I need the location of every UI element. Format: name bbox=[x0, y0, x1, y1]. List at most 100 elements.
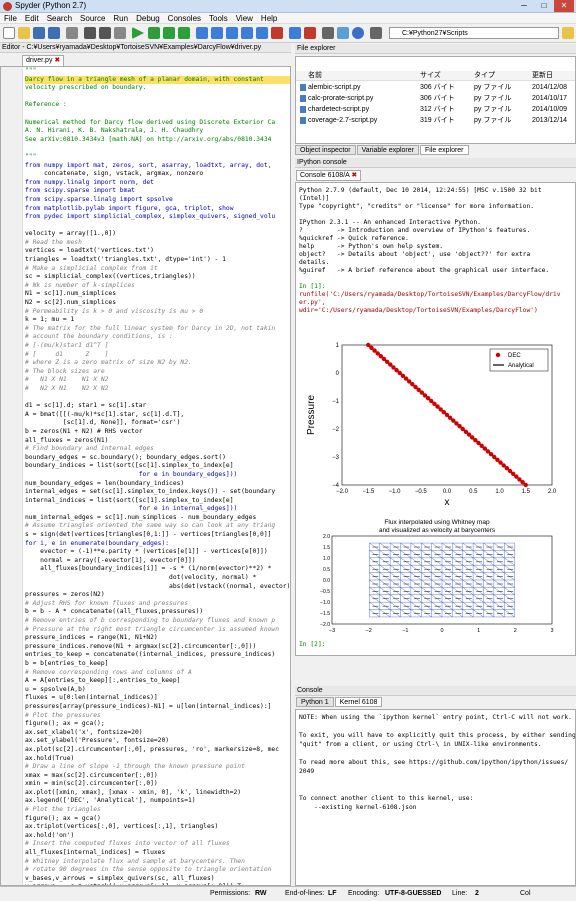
line-label: Line: bbox=[452, 890, 468, 897]
tab-file-explorer[interactable]: File explorer bbox=[420, 145, 469, 155]
close-tab-icon[interactable]: ✖ bbox=[351, 172, 357, 179]
console-line: To connect another client to this kernel… bbox=[299, 795, 474, 802]
minimize-button[interactable]: ─ bbox=[514, 0, 534, 12]
python-file-icon bbox=[300, 106, 306, 113]
code-area[interactable]: """ Darcy flow in a triangle mesh of a pl… bbox=[25, 67, 290, 885]
flux-plot-title-1: Flux interpolated using Whitney map bbox=[384, 519, 490, 526]
menu-bar: File Edit Search Source Run Debug Consoles Tool… bbox=[0, 13, 576, 24]
file-cell: 2013/12/14 bbox=[532, 117, 568, 124]
menu-run[interactable]: Run bbox=[109, 13, 132, 24]
continue-icon[interactable] bbox=[256, 27, 268, 39]
back-icon[interactable] bbox=[370, 27, 382, 39]
menu-consoles[interactable]: Consoles bbox=[164, 13, 205, 24]
code-line: # Draw a line of slope -1 through the kn… bbox=[25, 763, 245, 771]
run-icon[interactable] bbox=[132, 27, 144, 39]
console-output[interactable]: NOTE: When using the `ipython kernel` en… bbox=[295, 709, 576, 886]
file-row[interactable]: alembic-script.py 306 バイト py ファイル 2014/12/0… bbox=[296, 83, 575, 93]
preferences-icon[interactable] bbox=[322, 27, 334, 39]
run-cell-advance-icon[interactable] bbox=[178, 27, 190, 39]
code-line: ax.plot(sc[2].circumcenter[:,0], pressur… bbox=[25, 745, 280, 753]
menu-edit[interactable]: Edit bbox=[21, 13, 43, 24]
code-line: """ bbox=[25, 67, 37, 74]
run-cell-icon[interactable] bbox=[163, 27, 175, 39]
y-tick-label: 1.0 bbox=[323, 556, 330, 562]
y-tick-label: −2 bbox=[332, 427, 340, 433]
ipython-tab[interactable]: Console 6108/A ✖ bbox=[296, 170, 362, 181]
col-name[interactable]: 名前 bbox=[308, 71, 322, 81]
close-tab-icon[interactable]: ✖ bbox=[54, 57, 60, 64]
code-line: # rotate 90 degrees in the sense opposit… bbox=[25, 866, 272, 874]
tab-variable-explorer[interactable]: Variable explorer bbox=[356, 145, 419, 155]
code-line: N1 = sc[1].num_simplices bbox=[25, 290, 116, 298]
code-line: N2 = sc[2].num_simplices bbox=[25, 299, 116, 307]
file-cell: coverage-2.7-script.py bbox=[308, 117, 378, 124]
menu-view[interactable]: View bbox=[232, 13, 257, 24]
python-path-icon[interactable] bbox=[337, 27, 349, 39]
save-icon[interactable] bbox=[33, 27, 45, 39]
tab-object-inspector[interactable]: Object inspector bbox=[295, 145, 356, 155]
title-bar: Spyder (Python 2.7) ─ □ ✕ bbox=[0, 0, 576, 13]
stop-debug-icon[interactable] bbox=[271, 27, 283, 39]
console-line: ? -> Introduction and overview of IPytho… bbox=[299, 227, 531, 234]
file-cell: 306 バイト bbox=[420, 84, 455, 91]
code-line: from pydec import simplicial_complex, si… bbox=[25, 213, 276, 221]
x-tick-label: 0.5 bbox=[469, 489, 478, 495]
find-icon[interactable] bbox=[114, 27, 126, 39]
code-line: pressures = zeros(N2) bbox=[25, 591, 105, 599]
run-selection-icon[interactable] bbox=[148, 27, 160, 39]
working-directory-input[interactable]: C:¥Python27¥Scripts bbox=[389, 27, 559, 39]
console-line: runfile('C:/Users/ryamada/Desktop/Tortoi… bbox=[299, 291, 561, 298]
save-all-icon[interactable] bbox=[48, 27, 60, 39]
code-line: v_bases,v_arrows = simplex_quivers(sc, a… bbox=[25, 874, 215, 882]
redo-icon[interactable] bbox=[99, 27, 111, 39]
console-title: Console bbox=[295, 686, 576, 696]
step-return-icon[interactable] bbox=[241, 27, 253, 39]
code-line: for i, e in enumerate(boundary_edges): bbox=[25, 539, 170, 547]
tab-kernel[interactable]: Kernel 6108 bbox=[334, 697, 383, 707]
menu-tools[interactable]: Tools bbox=[205, 13, 232, 24]
menu-file[interactable]: File bbox=[0, 13, 21, 24]
y-tick-label: 1 bbox=[336, 343, 340, 349]
console-line: %quickref -> Quick reference. bbox=[299, 235, 409, 242]
debug-icon[interactable] bbox=[196, 27, 208, 39]
open-file-icon[interactable] bbox=[18, 27, 30, 39]
tab-python-1[interactable]: Python 1 bbox=[296, 697, 334, 707]
code-line: # Insert the computed fluxes into vector… bbox=[25, 840, 230, 848]
file-row[interactable]: coverage-2.7-script.py 319 バイト py ファイル 2013… bbox=[296, 116, 575, 126]
code-line: triangles = loadtxt('triangles.txt', dty… bbox=[25, 256, 226, 264]
menu-source[interactable]: Source bbox=[76, 13, 109, 24]
code-line: b = b - A * concatenate((all_fluxes,pres… bbox=[25, 608, 204, 616]
file-row[interactable]: calc-prorate-script.py 306 バイト py ファイル 2014… bbox=[296, 94, 575, 104]
code-editor[interactable]: """ Darcy flow in a triangle mesh of a pl… bbox=[0, 66, 291, 886]
legend-analytical-label: Analytical bbox=[508, 363, 534, 369]
step-into-icon[interactable] bbox=[226, 27, 238, 39]
fullscreen-icon[interactable] bbox=[304, 27, 316, 39]
code-line: d1 = sc[1].d; star1 = sc[1].star bbox=[25, 402, 147, 410]
x-tick-label: 2.0 bbox=[548, 489, 557, 495]
code-line: from scipy.sparse import bmat bbox=[25, 187, 135, 195]
editor-tab-driver[interactable]: driver.py ✖ bbox=[22, 55, 65, 66]
print-icon[interactable] bbox=[66, 27, 78, 39]
menu-debug[interactable]: Debug bbox=[132, 13, 164, 24]
browse-folder-icon[interactable] bbox=[562, 27, 574, 39]
file-row[interactable]: chardetect-script.py 312 バイト py ファイル 2014/1… bbox=[296, 105, 575, 115]
menu-help[interactable]: Help bbox=[257, 13, 281, 24]
spyder-icon[interactable] bbox=[352, 27, 364, 39]
code-line: See arXiv:0810.3434v3 [math.NA] on http:… bbox=[25, 135, 272, 143]
col-date[interactable]: 更新日 bbox=[532, 71, 553, 81]
ipython-console[interactable]: Python 2.7.9 (default, Dec 10 2014, 12:2… bbox=[295, 182, 576, 656]
code-line: s = sign(det(vertices[triangles[0,1:]] -… bbox=[25, 531, 272, 539]
maximize-pane-icon[interactable] bbox=[289, 27, 301, 39]
console-line: To read more about this, see https://git… bbox=[299, 759, 569, 766]
code-line: from numpy.linalg import norm, det bbox=[25, 178, 154, 186]
col-type[interactable]: タイプ bbox=[474, 71, 495, 81]
undo-icon[interactable] bbox=[84, 27, 96, 39]
menu-search[interactable]: Search bbox=[43, 13, 76, 24]
maximize-button[interactable]: □ bbox=[534, 0, 554, 12]
step-icon[interactable] bbox=[211, 27, 223, 39]
new-file-icon[interactable] bbox=[3, 27, 15, 39]
col-size[interactable]: サイズ bbox=[420, 71, 441, 81]
col-label: Col bbox=[520, 890, 531, 897]
code-line: pressures[array(pressure_indices)-N1] = … bbox=[25, 702, 272, 710]
close-button[interactable]: ✕ bbox=[554, 0, 574, 12]
